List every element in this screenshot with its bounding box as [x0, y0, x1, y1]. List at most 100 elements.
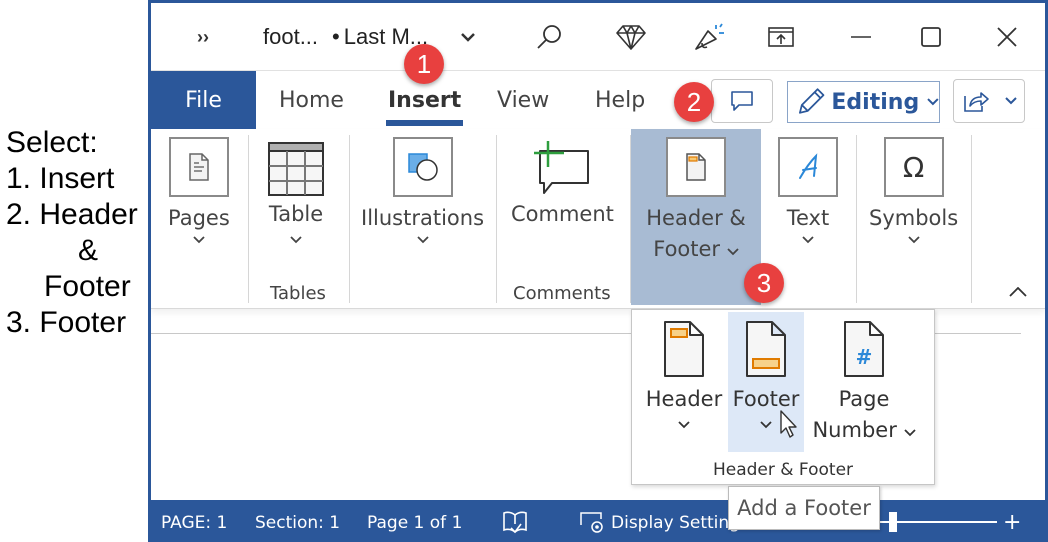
- status-page[interactable]: PAGE: 1: [161, 500, 227, 542]
- group-separator: [856, 135, 857, 303]
- illustrations-button[interactable]: Illustrations: [361, 129, 484, 244]
- ribbon-tabs: File Home Insert View Help Editing: [151, 71, 1045, 129]
- pages-icon-box: [168, 137, 229, 197]
- diamond-icon: [616, 25, 646, 50]
- chevron-down-icon: [727, 248, 739, 256]
- group-separator: [971, 135, 972, 303]
- tab-home[interactable]: Home: [279, 71, 344, 129]
- step-badge-1: 1: [404, 44, 444, 84]
- illustrations-icon-box: [392, 137, 453, 197]
- instruction-step-2: 2. Header: [6, 198, 138, 231]
- megaphone-icon: [695, 23, 724, 50]
- chevron-up-icon: [1009, 286, 1027, 297]
- dropdown-group-label: Header & Footer: [712, 460, 854, 480]
- page-number-label-text: Number: [812, 418, 897, 442]
- page-number-button[interactable]: # Page Number: [808, 310, 920, 446]
- zoom-slider[interactable]: [875, 500, 997, 542]
- text-button[interactable]: Text: [778, 129, 838, 244]
- omega-icon: Ω: [902, 150, 925, 184]
- instruction-step-3: 3. Footer: [6, 306, 127, 339]
- new-comment-icon: [534, 141, 590, 194]
- footer-tooltip: Add a Footer: [728, 486, 880, 530]
- minimize-button[interactable]: [843, 19, 879, 55]
- close-button[interactable]: [989, 19, 1025, 55]
- shapes-icon: [407, 153, 438, 181]
- footer-page-icon: [746, 321, 786, 377]
- status-section[interactable]: Section: 1: [255, 500, 340, 542]
- display-settings-icon: [580, 511, 603, 533]
- close-icon: [997, 27, 1017, 47]
- maximize-icon: [921, 27, 941, 47]
- ribbon-display-icon: [768, 27, 794, 47]
- comment-icon: [731, 91, 753, 111]
- symbols-label: Symbols: [869, 206, 959, 230]
- instructions-panel: Select: 1. Insert 2. Header & Footer 3. …: [6, 125, 151, 341]
- header-page-icon: [686, 153, 706, 181]
- chevron-down-icon: [802, 236, 814, 244]
- tab-help[interactable]: Help: [595, 71, 645, 129]
- instruction-step-2-amp: &: [78, 234, 99, 267]
- title-bar: ›› foot... • Last M...: [151, 3, 1045, 71]
- instruction-step-1: 1. Insert: [6, 162, 115, 195]
- text-box-icon: [799, 153, 818, 179]
- more-commands-button[interactable]: ››: [191, 19, 215, 55]
- symbols-button[interactable]: Ω Symbols: [869, 129, 958, 244]
- mouse-cursor-icon: [780, 410, 797, 438]
- group-label-tables: Tables: [270, 283, 326, 304]
- comment-label: Comment: [511, 202, 614, 226]
- chevron-down-icon: [903, 429, 916, 437]
- new-comment-button[interactable]: Comment: [511, 129, 614, 230]
- tab-view[interactable]: View: [497, 71, 549, 129]
- minimize-icon: [851, 36, 871, 38]
- page-number-label-line1: Page: [838, 387, 890, 411]
- header-footer-label-line1: Header &: [646, 206, 746, 230]
- display-settings-button[interactable]: Display Settings: [579, 500, 749, 542]
- header-footer-dropdown: Header Footer # Page Number Header & Foo…: [631, 309, 935, 485]
- feedback-button[interactable]: [691, 19, 727, 55]
- header-label: Header: [645, 387, 723, 411]
- pages-label: Pages: [168, 206, 230, 230]
- header-page-icon: [664, 321, 704, 377]
- group-separator: [349, 135, 350, 303]
- chevron-down-icon: [416, 236, 429, 244]
- word-window: ›› foot... • Last M... File Home Insert …: [148, 0, 1048, 542]
- svg-text:#: #: [856, 345, 873, 369]
- focus-mode-button[interactable]: [501, 500, 529, 542]
- header-footer-label-text: Footer: [653, 237, 721, 261]
- ribbon-display-button[interactable]: [763, 19, 799, 55]
- page-number-label-line2: Number: [812, 415, 916, 446]
- header-footer-button[interactable]: Header & Footer: [637, 129, 755, 265]
- share-icon: [963, 92, 989, 112]
- text-icon-box: [778, 137, 838, 197]
- header-button[interactable]: Header: [644, 310, 724, 429]
- tab-file[interactable]: File: [151, 71, 256, 129]
- table-icon: [268, 142, 324, 196]
- search-button[interactable]: [531, 19, 567, 55]
- comments-pane-button[interactable]: [711, 79, 773, 123]
- share-button[interactable]: [953, 79, 1025, 123]
- header-footer-label-line2: Footer: [646, 234, 746, 265]
- status-page-count[interactable]: Page 1 of 1: [367, 500, 462, 542]
- header-footer-label: Header & Footer: [646, 203, 746, 265]
- pages-button[interactable]: Pages: [168, 129, 230, 244]
- book-check-icon: [503, 511, 527, 533]
- chevron-down-icon: [760, 421, 772, 429]
- premium-button[interactable]: [613, 19, 649, 55]
- zoom-slider-thumb[interactable]: [889, 512, 897, 532]
- collapse-ribbon-button[interactable]: [1009, 281, 1027, 302]
- group-separator: [496, 135, 497, 303]
- header-footer-icon-box: [666, 137, 726, 197]
- instruction-step-2-cont: Footer: [44, 270, 131, 303]
- chevron-down-icon: [927, 98, 939, 106]
- group-label-comments: Comments: [513, 283, 611, 304]
- document-title[interactable]: foot... • Last M...: [263, 19, 428, 55]
- maximize-button[interactable]: [913, 19, 949, 55]
- chevron-down-icon: [1004, 97, 1017, 105]
- table-button[interactable]: Table: [267, 129, 325, 244]
- chevron-down-icon: [193, 236, 205, 244]
- title-dropdown-button[interactable]: [456, 19, 480, 55]
- editing-mode-button[interactable]: Editing: [787, 81, 940, 123]
- zoom-in-button[interactable]: +: [1003, 500, 1021, 542]
- illustrations-label: Illustrations: [361, 206, 485, 230]
- chevron-down-icon: [907, 236, 920, 244]
